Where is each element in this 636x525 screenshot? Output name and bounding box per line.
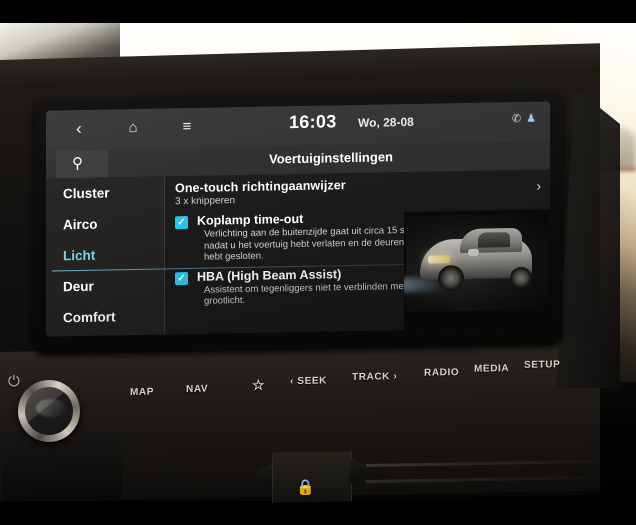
volume-knob-face: [25, 387, 73, 435]
car-rear-wheel: [510, 266, 532, 290]
map-button[interactable]: MAP: [130, 387, 154, 398]
nav-button[interactable]: NAV: [186, 384, 208, 395]
photo-letterbox-bottom: [0, 501, 636, 525]
car-window-shape: [478, 232, 510, 248]
volume-knob[interactable]: [18, 380, 80, 442]
sidebar-item-comfort[interactable]: Comfort: [46, 300, 164, 333]
sidebar-item-deur[interactable]: Deur: [46, 269, 164, 302]
setup-button[interactable]: SETUP: [524, 359, 560, 371]
category-sidebar[interactable]: Cluster Airco Licht Deur Comfort: [46, 176, 165, 337]
power-icon[interactable]: ⏻: [8, 373, 20, 390]
left-air-vent: [2, 428, 122, 502]
infotainment-display[interactable]: ‹ ⌂ ≡ 16:03 Wo, 28-08 ✆ ♟ ⚲ Voertuiginst…: [46, 101, 550, 337]
photo-letterbox-top: [0, 0, 636, 23]
chevron-right-icon[interactable]: ›: [536, 178, 541, 194]
setting-description: Assistent om tegenliggers niet te verbli…: [204, 280, 407, 307]
clock-date: Wo, 28-08: [358, 114, 414, 130]
person-sound-icon: ♟: [526, 112, 536, 125]
settings-body: Cluster Airco Licht Deur Comfort One-tou…: [46, 169, 550, 337]
car-mirror-shape: [468, 248, 479, 256]
lock-icon: 🔒: [296, 479, 315, 496]
knob-reflection: [36, 399, 66, 417]
sidebar-item-airco[interactable]: Airco: [46, 207, 164, 240]
page-title: Voertuiginstellingen: [269, 149, 393, 167]
setting-description: Verlichting aan de buitenzijde gaat uit …: [204, 224, 415, 263]
sidebar-item-cluster[interactable]: Cluster: [46, 176, 164, 209]
home-icon[interactable]: ⌂: [122, 119, 144, 137]
radio-button[interactable]: RADIO: [424, 367, 459, 379]
vehicle-interior-photo: ‹ ⌂ ≡ 16:03 Wo, 28-08 ✆ ♟ ⚲ Voertuiginst…: [0, 0, 636, 525]
back-icon[interactable]: ‹: [68, 119, 90, 138]
clock-time: 16:03: [289, 111, 337, 133]
car-front-wheel: [438, 264, 464, 292]
checkbox-koplamp-timeout[interactable]: ✓: [175, 216, 188, 230]
seek-button[interactable]: ‹ SEEK: [290, 375, 327, 387]
checkbox-hba[interactable]: ✓: [175, 271, 188, 285]
bluetooth-phone-icon: ✆: [511, 112, 522, 126]
track-button[interactable]: TRACK ›: [352, 371, 397, 383]
settings-content: One-touch richtingaanwijzer 3 x knippere…: [165, 169, 550, 334]
car-headlight-illustration: [404, 209, 550, 331]
media-button[interactable]: MEDIA: [474, 363, 509, 375]
illustration-background: [404, 213, 548, 313]
favorite-star-icon[interactable]: ☆: [252, 377, 265, 394]
car-headlight-glow: [428, 255, 450, 264]
hamburger-menu-icon[interactable]: ≡: [176, 118, 198, 136]
status-icon-group: ✆ ♟: [512, 112, 536, 125]
sidebar-item-licht[interactable]: Licht: [46, 238, 164, 271]
